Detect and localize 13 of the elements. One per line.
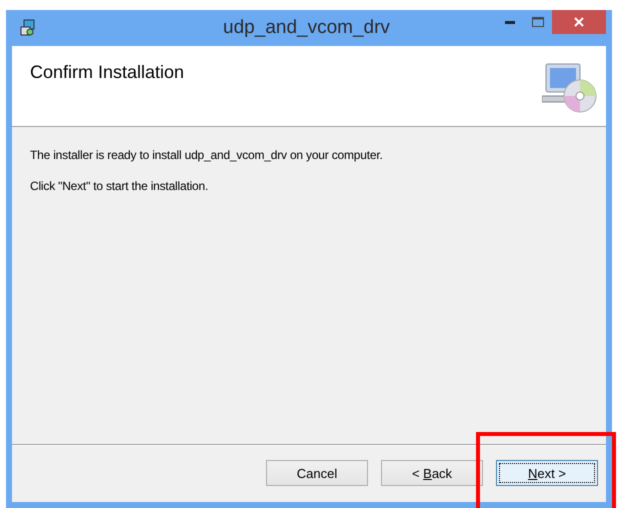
- close-icon: [574, 17, 584, 27]
- minimize-icon: [505, 20, 515, 24]
- page-title: Confirm Installation: [30, 62, 184, 84]
- computer-disc-icon: [542, 62, 598, 114]
- dialog-button[interactable]: < Back: [381, 460, 483, 486]
- window-title: udp_and_vcom_drv: [223, 17, 390, 39]
- dialog-button[interactable]: Next >: [496, 460, 598, 486]
- instruction-text: The installer is ready to install udp_and_vcom_drv on your computer.: [30, 148, 383, 162]
- maximize-icon: [532, 17, 544, 27]
- dialog-button[interactable]: Cancel: [266, 460, 368, 486]
- close-button[interactable]: [552, 10, 606, 34]
- instruction-text: Click "Next" to start the installation.: [30, 179, 208, 193]
- installer-icon: [19, 19, 37, 37]
